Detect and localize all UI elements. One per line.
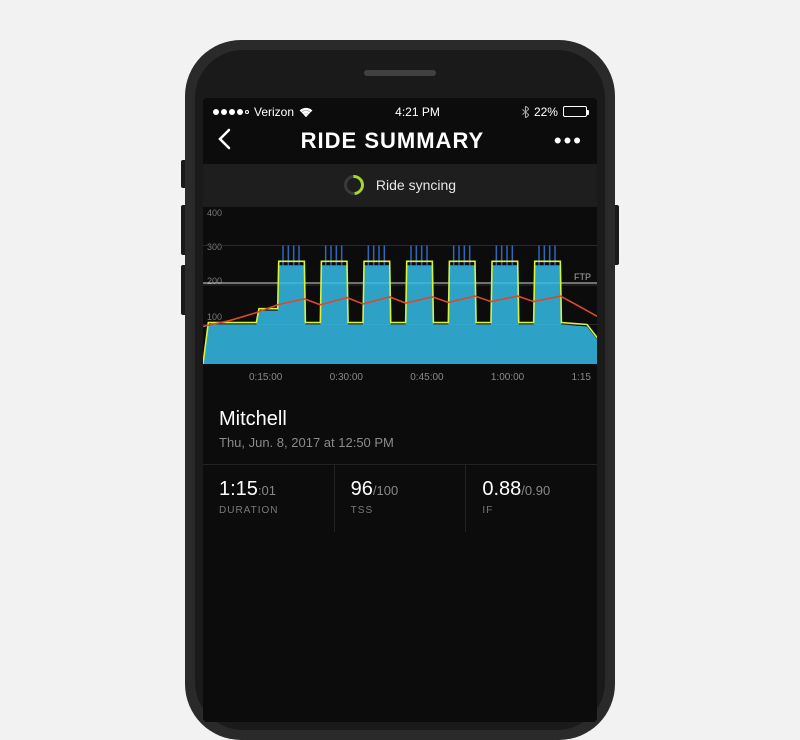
wifi-icon [299, 107, 313, 117]
stat-label: DURATION [219, 505, 318, 516]
ride-name: Mitchell [219, 408, 581, 431]
stat-label: IF [482, 505, 581, 516]
mute-switch [181, 160, 185, 188]
screen: Verizon 4:21 PM 22% [203, 98, 597, 722]
volume-down [181, 265, 185, 315]
stat-sub: :01 [258, 483, 276, 498]
x-tick: 1:15 [572, 372, 591, 386]
stat-label: TSS [351, 505, 450, 516]
page-title: RIDE SUMMARY [301, 128, 485, 154]
stat-sub: /0.90 [521, 483, 550, 498]
stat-value: 0.88 [482, 478, 521, 500]
phone-frame: Verizon 4:21 PM 22% [185, 40, 615, 740]
battery-icon [563, 106, 587, 117]
carrier-label: Verizon [254, 105, 294, 119]
stat-duration[interactable]: 1:15:01 DURATION [203, 465, 335, 532]
ftp-label: FTP [572, 272, 593, 282]
ride-chart[interactable]: 400 300 200 100 FTP 0:15:00 0:30:00 0:45… [203, 206, 597, 394]
phone-speaker [364, 70, 436, 76]
volume-up [181, 205, 185, 255]
nav-bar: RIDE SUMMARY ••• [203, 120, 597, 164]
ride-meta: Mitchell Thu, Jun. 8, 2017 at 12:50 PM [203, 394, 597, 464]
x-tick: 0:30:00 [330, 372, 363, 386]
x-tick: 1:00:00 [491, 372, 524, 386]
chart-canvas [203, 206, 597, 364]
battery-percentage: 22% [534, 105, 558, 119]
status-bar: Verizon 4:21 PM 22% [203, 98, 597, 120]
chevron-left-icon [217, 128, 231, 150]
signal-strength-icon [213, 109, 249, 115]
ride-date: Thu, Jun. 8, 2017 at 12:50 PM [219, 435, 581, 450]
back-button[interactable] [217, 128, 231, 154]
sync-label: Ride syncing [376, 177, 456, 193]
stat-value: 1:15 [219, 478, 258, 500]
x-tick: 0:45:00 [410, 372, 443, 386]
stat-row: 1:15:01 DURATION 96/100 TSS 0.88/0.90 IF [203, 464, 597, 532]
more-button[interactable]: ••• [554, 128, 583, 154]
spinner-icon [340, 171, 368, 199]
power-button [615, 205, 619, 265]
bluetooth-icon [522, 106, 529, 118]
chart-x-axis: 0:15:00 0:30:00 0:45:00 1:00:00 1:15 [203, 372, 597, 386]
sync-status-bar: Ride syncing [203, 164, 597, 206]
stat-if[interactable]: 0.88/0.90 IF [466, 465, 597, 532]
stat-value: 96 [351, 478, 373, 500]
stat-sub: /100 [373, 483, 398, 498]
clock: 4:21 PM [395, 105, 440, 119]
x-tick: 0:15:00 [249, 372, 282, 386]
stat-tss[interactable]: 96/100 TSS [335, 465, 467, 532]
